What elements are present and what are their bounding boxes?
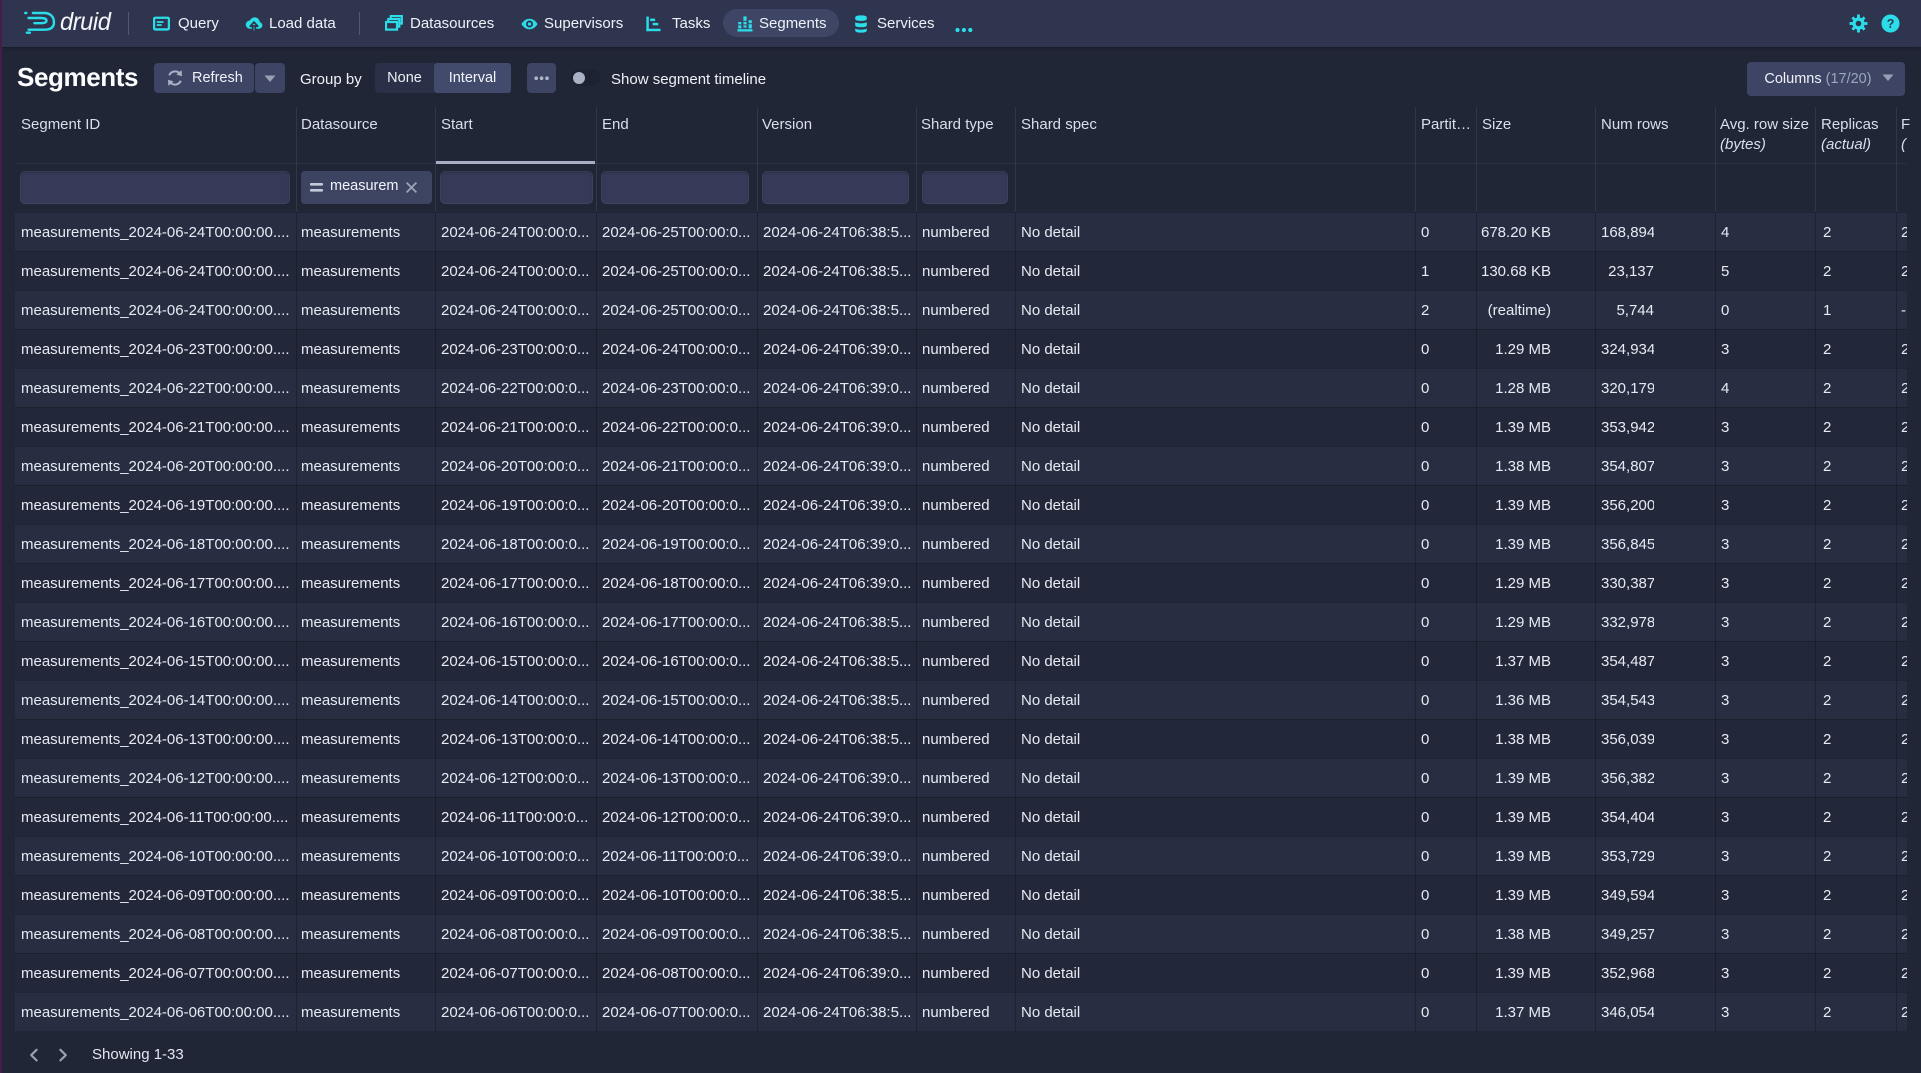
svg-text:?: ? — [1887, 17, 1895, 31]
